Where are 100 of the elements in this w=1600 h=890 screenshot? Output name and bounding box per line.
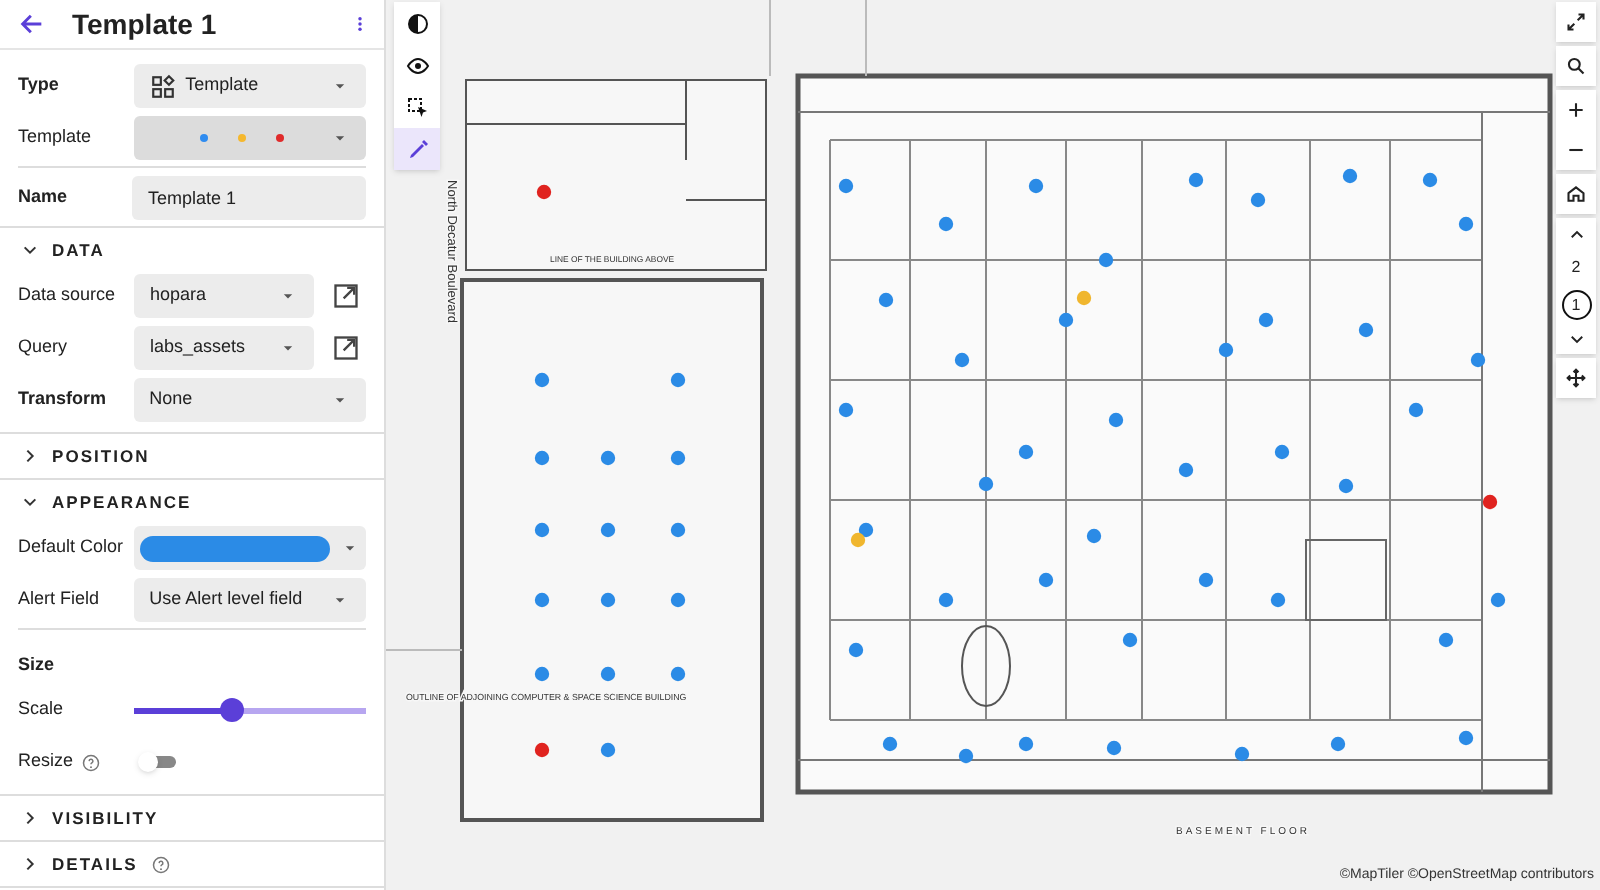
map-marker[interactable] xyxy=(600,522,616,538)
map-marker[interactable] xyxy=(1482,494,1498,510)
map-marker[interactable] xyxy=(536,184,552,200)
map-marker[interactable] xyxy=(670,372,686,388)
slider-thumb[interactable] xyxy=(219,698,244,722)
dropdown[interactable]: Use Alert level field xyxy=(133,578,366,622)
map-marker[interactable] xyxy=(858,522,874,538)
map-marker[interactable] xyxy=(1188,172,1204,188)
floor-button[interactable]: 2 xyxy=(1561,252,1591,282)
field-label: Alert Field xyxy=(18,586,102,613)
map-marker[interactable] xyxy=(1342,168,1358,184)
map-marker[interactable] xyxy=(1086,528,1102,544)
home-icon xyxy=(1566,184,1586,204)
map-marker[interactable] xyxy=(1358,322,1374,338)
eye-icon xyxy=(405,53,429,77)
section-header[interactable]: APPEARANCE xyxy=(0,480,384,524)
map-marker[interactable] xyxy=(1408,402,1424,418)
map-marker[interactable] xyxy=(1106,740,1122,756)
fullscreen-button[interactable] xyxy=(1556,2,1596,42)
map-marker[interactable] xyxy=(534,372,550,388)
map-marker[interactable] xyxy=(1218,342,1234,358)
map-marker[interactable] xyxy=(670,522,686,538)
dropdown[interactable]: None xyxy=(133,378,366,422)
map-marker[interactable] xyxy=(850,532,866,548)
map-marker[interactable] xyxy=(1076,290,1092,306)
section-header[interactable]: VISIBILITY xyxy=(0,796,384,840)
map-marker[interactable] xyxy=(1038,572,1054,588)
map-marker[interactable] xyxy=(1098,252,1114,268)
shapes-icon xyxy=(149,73,176,99)
color-picker[interactable] xyxy=(133,526,366,570)
chevron-right-icon xyxy=(22,856,38,872)
chevron-down-icon xyxy=(22,242,38,258)
section-header[interactable]: DATA xyxy=(0,228,384,272)
dropdown[interactable]: hopara xyxy=(134,274,314,318)
open-external-button[interactable] xyxy=(332,334,360,362)
map-marker[interactable] xyxy=(1018,736,1034,752)
field-label: Transform xyxy=(18,386,109,413)
map-marker[interactable] xyxy=(978,476,994,492)
map-marker[interactable] xyxy=(1458,216,1474,232)
map-marker[interactable] xyxy=(954,352,970,368)
field-label: Data source xyxy=(18,282,118,309)
map-marker[interactable] xyxy=(1338,478,1354,494)
type-select[interactable]: Template xyxy=(133,64,366,108)
map-marker[interactable] xyxy=(534,592,550,608)
back-arrow-icon xyxy=(18,10,46,38)
map-marker[interactable] xyxy=(1234,746,1250,762)
map-tool-button[interactable] xyxy=(394,86,440,128)
map-marker[interactable] xyxy=(1122,632,1138,648)
map-marker[interactable] xyxy=(534,522,550,538)
search-icon xyxy=(1566,56,1586,76)
map-marker[interactable] xyxy=(670,450,686,466)
map-marker[interactable] xyxy=(534,742,550,758)
map-marker[interactable] xyxy=(534,450,550,466)
contrast-icon xyxy=(405,11,429,35)
map-tool-button[interactable] xyxy=(394,2,440,44)
map-marker[interactable] xyxy=(938,216,954,232)
map-marker[interactable] xyxy=(534,666,550,682)
map-marker[interactable] xyxy=(1018,444,1034,460)
map-marker[interactable] xyxy=(1270,592,1286,608)
map-marker[interactable] xyxy=(670,666,686,682)
search-button[interactable] xyxy=(1556,46,1596,86)
map-marker[interactable] xyxy=(1058,312,1074,328)
map-marker[interactable] xyxy=(600,742,616,758)
map-marker[interactable] xyxy=(1258,312,1274,328)
map-marker[interactable] xyxy=(1274,444,1290,460)
map-marker[interactable] xyxy=(958,748,974,764)
map-marker[interactable] xyxy=(938,592,954,608)
map-marker[interactable] xyxy=(1198,572,1214,588)
map-marker[interactable] xyxy=(848,642,864,658)
map-marker[interactable] xyxy=(1438,632,1454,648)
dropdown[interactable]: labs_assets xyxy=(134,326,314,370)
map-marker[interactable] xyxy=(600,450,616,466)
map-marker[interactable] xyxy=(838,402,854,418)
map-marker[interactable] xyxy=(1458,730,1474,746)
map-marker[interactable] xyxy=(600,592,616,608)
map-marker[interactable] xyxy=(670,592,686,608)
map-marker[interactable] xyxy=(600,666,616,682)
map-marker[interactable] xyxy=(1330,736,1346,752)
map-marker[interactable] xyxy=(1250,192,1266,208)
map-marker[interactable] xyxy=(1422,172,1438,188)
toggle-switch[interactable] xyxy=(143,756,176,768)
pan-button[interactable] xyxy=(1556,358,1596,398)
slider[interactable] xyxy=(133,698,366,722)
open-external-button[interactable] xyxy=(332,282,360,310)
map-marker[interactable] xyxy=(838,178,854,194)
map-marker[interactable] xyxy=(1028,178,1044,194)
map-marker[interactable] xyxy=(1178,462,1194,478)
pen-icon xyxy=(405,137,429,161)
section-header[interactable]: DETAILS xyxy=(0,842,384,886)
map-marker[interactable] xyxy=(878,292,894,308)
floor-button[interactable]: 1 xyxy=(1561,290,1591,320)
map-marker[interactable] xyxy=(1108,412,1124,428)
plus-icon xyxy=(1566,100,1586,120)
map-marker[interactable] xyxy=(882,736,898,752)
map-marker[interactable] xyxy=(1490,592,1506,608)
home-button[interactable] xyxy=(1556,174,1596,214)
section-header[interactable]: POSITION xyxy=(0,434,384,478)
name-input[interactable]: Template 1 xyxy=(132,176,366,220)
field-label: Type xyxy=(18,72,61,99)
map-marker[interactable] xyxy=(1470,352,1486,368)
